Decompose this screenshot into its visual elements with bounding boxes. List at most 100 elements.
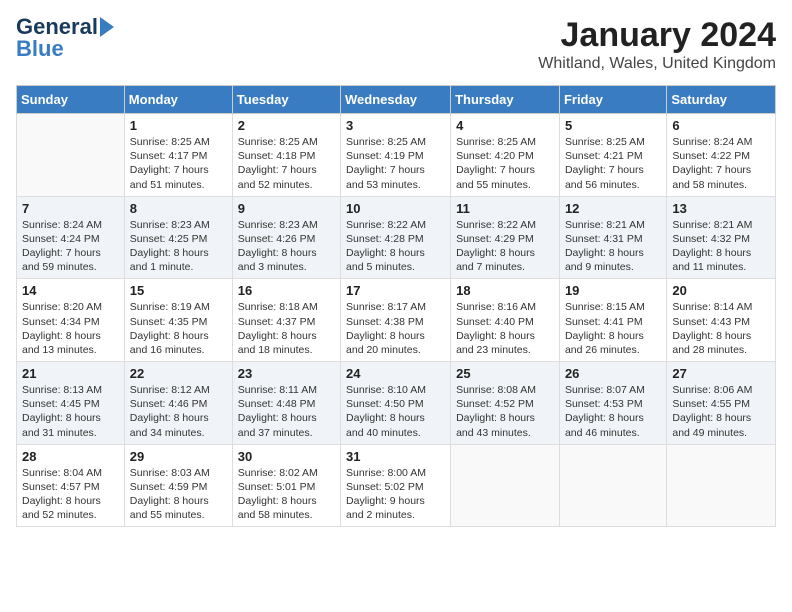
logo-blue: Blue [16, 38, 64, 60]
calendar-cell: 18 Sunrise: 8:16 AMSunset: 4:40 PMDayligh… [451, 279, 560, 362]
cell-text: Sunrise: 8:18 AMSunset: 4:37 PMDaylight:… [238, 300, 335, 357]
calendar-cell: 27 Sunrise: 8:06 AMSunset: 4:55 PMDayligh… [667, 362, 776, 445]
calendar-cell: 11Sunrise: 8:22 AMSunset: 4:29 PMDayligh… [451, 196, 560, 279]
day-number: 23 [238, 366, 335, 381]
day-number: 14 [22, 283, 119, 298]
calendar-cell: 14 Sunrise: 8:20 AMSunset: 4:34 PMDayligh… [17, 279, 125, 362]
calendar-header-row: SundayMondayTuesdayWednesdayThursdayFrid… [17, 86, 776, 114]
calendar-week-row: 14 Sunrise: 8:20 AMSunset: 4:34 PMDayligh… [17, 279, 776, 362]
calendar-cell: 31 Sunrise: 8:00 AMSunset: 5:02 PMDayligh… [341, 444, 451, 527]
day-number: 25 [456, 366, 554, 381]
day-number: 22 [130, 366, 227, 381]
calendar-cell [451, 444, 560, 527]
calendar-cell: 13 Sunrise: 8:21 AMSunset: 4:32 PMDayligh… [667, 196, 776, 279]
calendar-cell: 5Sunrise: 8:25 AMSunset: 4:21 PMDaylight… [559, 114, 666, 197]
calendar-cell: 9Sunrise: 8:23 AMSunset: 4:26 PMDaylight… [232, 196, 340, 279]
cell-text: Sunrise: 8:24 AMSunset: 4:24 PMDaylight:… [22, 218, 119, 275]
cell-text: Sunrise: 8:22 AMSunset: 4:28 PMDaylight:… [346, 218, 445, 275]
day-number: 17 [346, 283, 445, 298]
cell-text: Sunrise: 8:00 AMSunset: 5:02 PMDaylight:… [346, 466, 445, 523]
cell-text: Sunrise: 8:16 AMSunset: 4:40 PMDaylight:… [456, 300, 554, 357]
calendar-week-row: 1 Sunrise: 8:25 AMSunset: 4:17 PMDaylight… [17, 114, 776, 197]
calendar-cell: 1 Sunrise: 8:25 AMSunset: 4:17 PMDaylight… [124, 114, 232, 197]
calendar-cell: 30 Sunrise: 8:02 AMSunset: 5:01 PMDayligh… [232, 444, 340, 527]
calendar-cell: 2 Sunrise: 8:25 AMSunset: 4:18 PMDaylight… [232, 114, 340, 197]
day-number: 26 [565, 366, 661, 381]
cell-text: Sunrise: 8:25 AMSunset: 4:21 PMDaylight:… [565, 135, 661, 192]
calendar-cell: 22 Sunrise: 8:12 AMSunset: 4:46 PMDayligh… [124, 362, 232, 445]
calendar-cell: 23 Sunrise: 8:11 AMSunset: 4:48 PMDayligh… [232, 362, 340, 445]
cell-text: Sunrise: 8:12 AMSunset: 4:46 PMDaylight:… [130, 383, 227, 440]
cell-text: Sunrise: 8:15 AMSunset: 4:41 PMDaylight:… [565, 300, 661, 357]
cell-text: Sunrise: 8:13 AMSunset: 4:45 PMDaylight:… [22, 383, 119, 440]
header-day: Monday [124, 86, 232, 114]
cell-text: Sunrise: 8:25 AMSunset: 4:17 PMDaylight:… [130, 135, 227, 192]
day-number: 4 [456, 118, 554, 133]
day-number: 1 [130, 118, 227, 133]
cell-text: Sunrise: 8:04 AMSunset: 4:57 PMDaylight:… [22, 466, 119, 523]
calendar-cell: 25 Sunrise: 8:08 AMSunset: 4:52 PMDayligh… [451, 362, 560, 445]
calendar-cell [17, 114, 125, 197]
header-day: Thursday [451, 86, 560, 114]
cell-text: Sunrise: 8:21 AMSunset: 4:32 PMDaylight:… [672, 218, 770, 275]
header: General Blue January 2024 Whitland, Wale… [16, 16, 776, 73]
day-number: 24 [346, 366, 445, 381]
calendar-cell: 8Sunrise: 8:23 AMSunset: 4:25 PMDaylight… [124, 196, 232, 279]
calendar-week-row: 7Sunrise: 8:24 AMSunset: 4:24 PMDaylight… [17, 196, 776, 279]
day-number: 30 [238, 449, 335, 464]
day-number: 13 [672, 201, 770, 216]
cell-text: Sunrise: 8:11 AMSunset: 4:48 PMDaylight:… [238, 383, 335, 440]
cell-text: Sunrise: 8:07 AMSunset: 4:53 PMDaylight:… [565, 383, 661, 440]
title-area: January 2024 Whitland, Wales, United Kin… [538, 16, 776, 73]
location-title: Whitland, Wales, United Kingdom [538, 55, 776, 73]
calendar-cell: 19 Sunrise: 8:15 AMSunset: 4:41 PMDayligh… [559, 279, 666, 362]
day-number: 15 [130, 283, 227, 298]
day-number: 2 [238, 118, 335, 133]
calendar-week-row: 21 Sunrise: 8:13 AMSunset: 4:45 PMDayligh… [17, 362, 776, 445]
day-number: 21 [22, 366, 119, 381]
day-number: 18 [456, 283, 554, 298]
calendar-cell: 28 Sunrise: 8:04 AMSunset: 4:57 PMDayligh… [17, 444, 125, 527]
cell-text: Sunrise: 8:20 AMSunset: 4:34 PMDaylight:… [22, 300, 119, 357]
day-number: 3 [346, 118, 445, 133]
cell-text: Sunrise: 8:24 AMSunset: 4:22 PMDaylight:… [672, 135, 770, 192]
header-day: Saturday [667, 86, 776, 114]
cell-text: Sunrise: 8:03 AMSunset: 4:59 PMDaylight:… [130, 466, 227, 523]
calendar-cell: 24 Sunrise: 8:10 AMSunset: 4:50 PMDayligh… [341, 362, 451, 445]
cell-text: Sunrise: 8:02 AMSunset: 5:01 PMDaylight:… [238, 466, 335, 523]
calendar-cell: 29Sunrise: 8:03 AMSunset: 4:59 PMDayligh… [124, 444, 232, 527]
cell-text: Sunrise: 8:08 AMSunset: 4:52 PMDaylight:… [456, 383, 554, 440]
calendar-cell: 3 Sunrise: 8:25 AMSunset: 4:19 PMDaylight… [341, 114, 451, 197]
calendar-cell: 20Sunrise: 8:14 AMSunset: 4:43 PMDayligh… [667, 279, 776, 362]
cell-text: Sunrise: 8:21 AMSunset: 4:31 PMDaylight:… [565, 218, 661, 275]
calendar-cell: 26 Sunrise: 8:07 AMSunset: 4:53 PMDayligh… [559, 362, 666, 445]
calendar-cell: 12 Sunrise: 8:21 AMSunset: 4:31 PMDayligh… [559, 196, 666, 279]
header-day: Wednesday [341, 86, 451, 114]
cell-text: Sunrise: 8:06 AMSunset: 4:55 PMDaylight:… [672, 383, 770, 440]
cell-text: Sunrise: 8:10 AMSunset: 4:50 PMDaylight:… [346, 383, 445, 440]
calendar-cell: 21 Sunrise: 8:13 AMSunset: 4:45 PMDayligh… [17, 362, 125, 445]
calendar-cell [667, 444, 776, 527]
cell-text: Sunrise: 8:25 AMSunset: 4:19 PMDaylight:… [346, 135, 445, 192]
calendar-week-row: 28 Sunrise: 8:04 AMSunset: 4:57 PMDayligh… [17, 444, 776, 527]
day-number: 28 [22, 449, 119, 464]
day-number: 16 [238, 283, 335, 298]
day-number: 19 [565, 283, 661, 298]
day-number: 9 [238, 201, 335, 216]
month-title: January 2024 [538, 16, 776, 55]
calendar-cell: 4 Sunrise: 8:25 AMSunset: 4:20 PMDaylight… [451, 114, 560, 197]
cell-text: Sunrise: 8:25 AMSunset: 4:20 PMDaylight:… [456, 135, 554, 192]
logo: General Blue [16, 16, 114, 60]
calendar-cell: 15 Sunrise: 8:19 AMSunset: 4:35 PMDayligh… [124, 279, 232, 362]
cell-text: Sunrise: 8:19 AMSunset: 4:35 PMDaylight:… [130, 300, 227, 357]
cell-text: Sunrise: 8:25 AMSunset: 4:18 PMDaylight:… [238, 135, 335, 192]
cell-text: Sunrise: 8:22 AMSunset: 4:29 PMDaylight:… [456, 218, 554, 275]
day-number: 31 [346, 449, 445, 464]
calendar-cell [559, 444, 666, 527]
calendar-cell: 16 Sunrise: 8:18 AMSunset: 4:37 PMDayligh… [232, 279, 340, 362]
day-number: 12 [565, 201, 661, 216]
day-number: 27 [672, 366, 770, 381]
day-number: 8 [130, 201, 227, 216]
calendar-cell: 17Sunrise: 8:17 AMSunset: 4:38 PMDayligh… [341, 279, 451, 362]
logo-arrow-icon [100, 17, 114, 37]
